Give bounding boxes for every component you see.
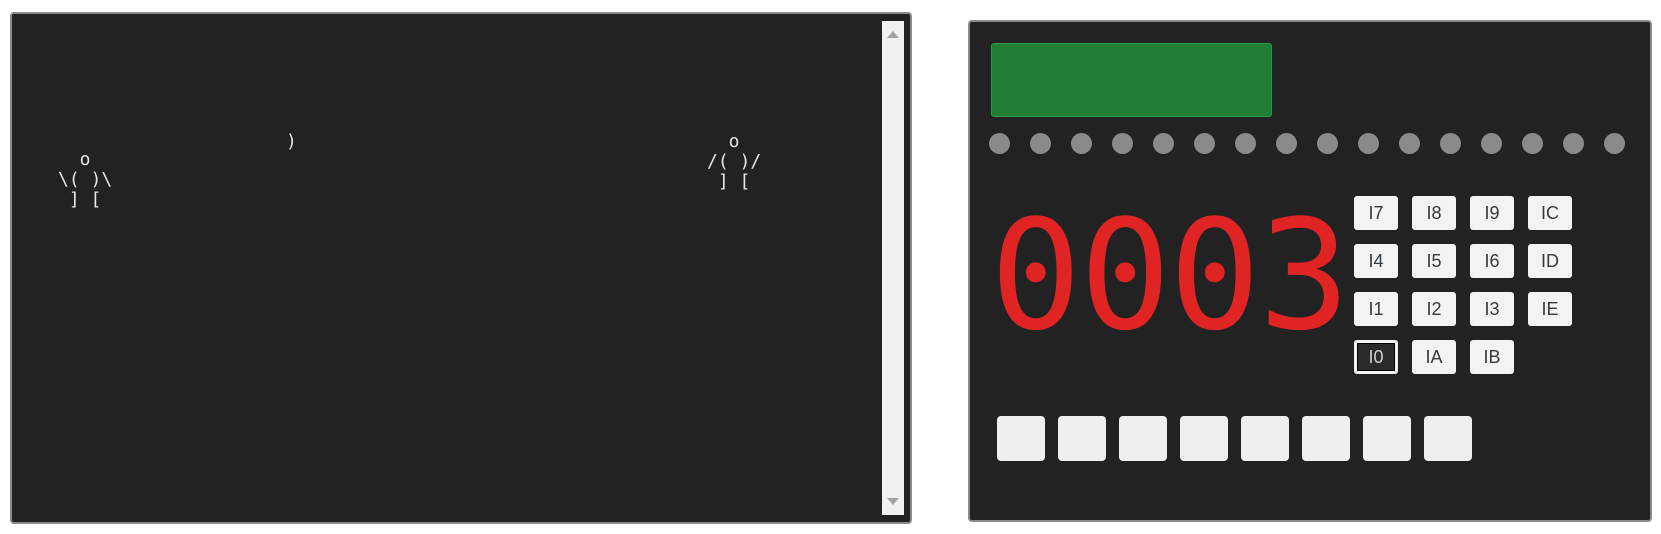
keypad-key-i5[interactable]: I5 <box>1412 244 1456 278</box>
device-panel: 0003 I7 I8 I9 IC I4 I5 I6 ID I1 I2 I3 IE I0 IA IB <box>968 20 1652 522</box>
led-indicator <box>1194 133 1215 154</box>
ascii-terminal-panel: o \( )\ ] [ ) o /( )/ ] [ <box>10 12 912 524</box>
ascii-figure-right: o /( )/ ] [ <box>707 132 761 192</box>
keypad-key-i9[interactable]: I9 <box>1470 196 1514 230</box>
switch-row <box>997 416 1472 461</box>
figure-left-line: \( )\ <box>58 169 113 190</box>
keypad-key-i0[interactable]: I0 <box>1354 340 1398 374</box>
led-indicator <box>1317 133 1338 154</box>
figure-right-line: ] [ <box>707 171 751 192</box>
keypad-key-i2[interactable]: I2 <box>1412 292 1456 326</box>
figure-left-line: o <box>58 149 91 170</box>
led-indicator <box>1235 133 1256 154</box>
keypad-key-i3[interactable]: I3 <box>1470 292 1514 326</box>
keypad-key-i8[interactable]: I8 <box>1412 196 1456 230</box>
toggle-switch-2[interactable] <box>1058 416 1106 461</box>
terminal-scrollbar[interactable] <box>882 21 904 515</box>
figure-left-line: ] [ <box>58 189 102 210</box>
counter-display: 0003 <box>990 187 1350 364</box>
led-indicator <box>1071 133 1092 154</box>
toggle-switch-5[interactable] <box>1241 416 1289 461</box>
led-indicator <box>1276 133 1297 154</box>
figure-right-line: /( )/ <box>707 151 762 172</box>
keypad-key-id[interactable]: ID <box>1528 244 1572 278</box>
keypad-key-i6[interactable]: I6 <box>1470 244 1514 278</box>
keypad-key-ia[interactable]: IA <box>1412 340 1456 374</box>
led-indicator <box>1522 133 1543 154</box>
led-indicator <box>1399 133 1420 154</box>
toggle-switch-3[interactable] <box>1119 416 1167 461</box>
toggle-switch-7[interactable] <box>1363 416 1411 461</box>
keypad-key-i7[interactable]: I7 <box>1354 196 1398 230</box>
scroll-down-arrow-icon[interactable] <box>887 498 899 505</box>
led-indicator-row <box>989 133 1625 154</box>
green-display-bar <box>991 43 1272 117</box>
led-indicator <box>1563 133 1584 154</box>
led-indicator <box>1358 133 1379 154</box>
led-indicator <box>1604 133 1625 154</box>
led-indicator <box>1030 133 1051 154</box>
toggle-switch-1[interactable] <box>997 416 1045 461</box>
keypad-key-i4[interactable]: I4 <box>1354 244 1398 278</box>
hex-keypad: I7 I8 I9 IC I4 I5 I6 ID I1 I2 I3 IE I0 IA IB <box>1354 196 1572 374</box>
toggle-switch-4[interactable] <box>1180 416 1228 461</box>
scroll-up-arrow-icon[interactable] <box>887 31 899 38</box>
keypad-key-ic[interactable]: IC <box>1528 196 1572 230</box>
toggle-switch-8[interactable] <box>1424 416 1472 461</box>
figure-right-line: o <box>707 131 740 152</box>
terminal-screen: o \( )\ ] [ ) o /( )/ ] [ <box>12 14 880 522</box>
keypad-key-ib[interactable]: IB <box>1470 340 1514 374</box>
led-indicator <box>1153 133 1174 154</box>
ascii-figure-left: o \( )\ ] [ <box>58 150 112 210</box>
toggle-switch-6[interactable] <box>1302 416 1350 461</box>
ascii-projectile: ) <box>286 131 297 152</box>
keypad-key-i1[interactable]: I1 <box>1354 292 1398 326</box>
led-indicator <box>1440 133 1461 154</box>
keypad-key-ie[interactable]: IE <box>1528 292 1572 326</box>
led-indicator <box>1112 133 1133 154</box>
led-indicator <box>1481 133 1502 154</box>
led-indicator <box>989 133 1010 154</box>
